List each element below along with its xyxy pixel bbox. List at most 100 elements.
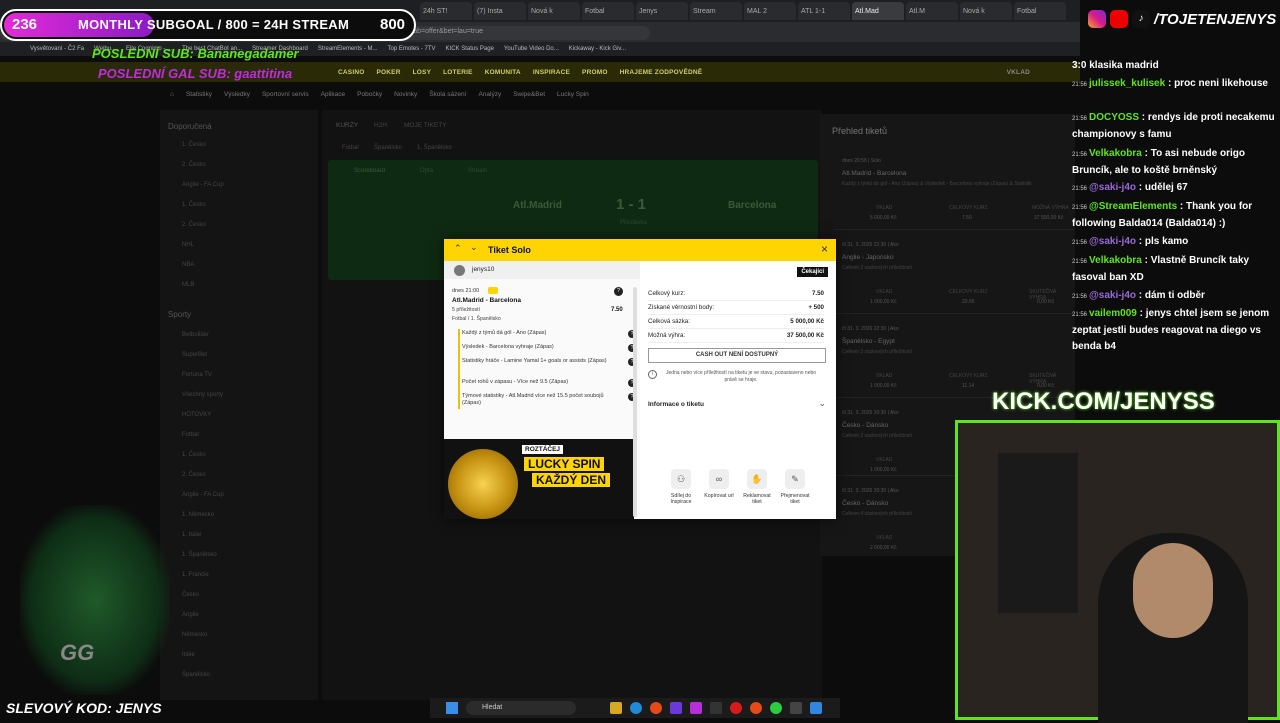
app-icon[interactable] (710, 702, 722, 714)
subnav-item[interactable]: Sportovní servis (262, 91, 309, 98)
chevron-up-icon[interactable]: ⌃ (454, 243, 462, 254)
browser-tab[interactable]: Nová k (528, 2, 580, 20)
sidebar-item[interactable]: Anglie - FA Cup (182, 492, 224, 498)
sidebar-item[interactable]: Česko (182, 592, 199, 598)
tab-h2h[interactable]: H2H (374, 122, 387, 129)
browser-tab[interactable]: Jenys (636, 2, 688, 20)
copy-url-button[interactable]: ∞ Kopírovat url (702, 469, 736, 499)
taskbar-search[interactable]: Hledat (466, 701, 576, 715)
browser-tab[interactable]: Fotbal (582, 2, 634, 20)
nav-inspirace[interactable]: INSPIRACE (533, 69, 570, 76)
tab-stream[interactable]: Stream (468, 168, 487, 174)
subnav-item[interactable]: Novinky (394, 91, 417, 98)
ticket-card[interactable]: čt 31. 3. 2026 22:30 | Ako Španělsko - E… (834, 322, 1074, 398)
sidebar-item[interactable]: Anglie (182, 612, 199, 618)
browser-tab[interactable]: Atl.M (906, 2, 958, 20)
claim-ticket-button[interactable]: ✋ Reklamovat tiket (740, 469, 774, 505)
browser-tab[interactable]: Stream (690, 2, 742, 20)
browser-tab[interactable]: Fotbal (1014, 2, 1066, 20)
sidebar-item[interactable]: NHL (182, 242, 194, 248)
breadcrumb-item[interactable]: Španělsko (374, 145, 402, 151)
ticket-card[interactable]: čt 31. 3. 2026 22:30 | Ako Anglie - Japo… (834, 238, 1074, 314)
nav-poker[interactable]: POKER (376, 69, 400, 76)
sidebar-item[interactable]: Fortuna TV (182, 372, 212, 378)
scrollbar[interactable] (633, 287, 637, 517)
sidebar-item[interactable]: 1. Česko (182, 142, 206, 148)
subnav-item[interactable]: Aplikace (321, 91, 346, 98)
sidebar-item[interactable]: Fotbal (182, 432, 199, 438)
app-icon[interactable] (730, 702, 742, 714)
sidebar-item[interactable]: Německo (182, 632, 207, 638)
tab-moje-tikety[interactable]: MOJE TIKETY (404, 122, 447, 129)
nav-zodpovedne[interactable]: HRAJEME ZODPOVĚDNĚ (620, 69, 703, 76)
sidebar-item[interactable]: 1. Německo (182, 512, 214, 518)
sidebar-item[interactable]: Všechny sporty (182, 392, 223, 398)
sidebar-item[interactable]: SuperBet (182, 352, 207, 358)
bookmark[interactable]: StreamElements - M... (318, 42, 378, 56)
sidebar-item[interactable]: Anglie - FA Cup (182, 182, 224, 188)
bookmark[interactable]: Top Emotes - 7TV (388, 42, 436, 56)
deposit-link[interactable]: VKLAD (1007, 69, 1030, 76)
app-icon[interactable] (810, 702, 822, 714)
ticket-info-toggle[interactable]: Informace o tiketu ⌄ (648, 398, 826, 412)
windows-start-icon[interactable] (446, 702, 458, 714)
bookmark[interactable]: KICK Status Page (446, 42, 494, 56)
info-icon[interactable]: ? (614, 287, 623, 296)
subnav-item[interactable]: Škola sázení (429, 91, 466, 98)
nav-loterie[interactable]: LOTERIE (443, 69, 473, 76)
tab-opta[interactable]: Opta (420, 168, 433, 174)
breadcrumb-item[interactable]: Fotbal (342, 145, 359, 151)
nav-promo[interactable]: PROMO (582, 69, 608, 76)
app-icon[interactable] (690, 702, 702, 714)
app-icon[interactable] (670, 702, 682, 714)
lucky-spin-banner[interactable]: ROZTÁČEJ LUCKY SPIN KAŽDÝ DEN (444, 439, 634, 519)
subnav-item[interactable]: Pobočky (357, 91, 382, 98)
nav-losy[interactable]: LOSY (413, 69, 432, 76)
sidebar-item[interactable]: 2. Česko (182, 162, 206, 168)
chrome-icon[interactable] (750, 702, 762, 714)
browser-tab-active[interactable]: Atl.Mad (852, 2, 904, 20)
sidebar-item[interactable]: 2. Česko (182, 472, 206, 478)
subnav-item[interactable]: Swipe&Bet (513, 91, 545, 98)
ticket-card[interactable]: dnes 20:58 | Solo Atl.Madrid - Barcelona… (834, 154, 1074, 230)
sidebar-item[interactable]: Betbuilder (182, 332, 209, 338)
bookmark[interactable]: Vysvětovaní - Č2 Fa (30, 42, 84, 56)
chrome-icon[interactable] (650, 702, 662, 714)
close-icon[interactable]: × (821, 242, 828, 256)
browser-tab[interactable]: Nová k (960, 2, 1012, 20)
browser-tab[interactable]: MAL 2 (744, 2, 796, 20)
sidebar-item[interactable]: 1. Itálie (182, 532, 201, 538)
breadcrumb-item[interactable]: 1. Španělsko (417, 145, 452, 151)
browser-tab[interactable]: 24h ST! (420, 2, 472, 20)
tab-kurzy[interactable]: KURZY (336, 122, 358, 129)
sidebar-item[interactable]: 1. Španělsko (182, 552, 217, 558)
sidebar-item[interactable]: Itálie (182, 652, 195, 658)
sidebar-item[interactable]: 2. Česko (182, 222, 206, 228)
app-icon[interactable] (790, 702, 802, 714)
subnav-item[interactable]: Výsledky (224, 91, 250, 98)
edge-icon[interactable] (630, 702, 642, 714)
sidebar-item[interactable]: 1. Francie (182, 572, 209, 578)
subnav-item[interactable]: Analýzy (478, 91, 501, 98)
browser-tab[interactable]: ATL 1-1 (798, 2, 850, 20)
subnav-item[interactable]: Lucky Spin (557, 91, 589, 98)
sidebar-item[interactable]: MLB (182, 282, 194, 288)
subnav-item[interactable]: Statistiky (186, 91, 212, 98)
sidebar-item[interactable]: NBA (182, 262, 194, 268)
sidebar-item[interactable]: 1. Česko (182, 452, 206, 458)
home-icon[interactable]: ⌂ (170, 91, 174, 98)
cashout-button[interactable]: CASH OUT NENÍ DOSTUPNÝ (648, 348, 826, 363)
sidebar-item[interactable]: Španělsko (182, 672, 210, 678)
app-icon[interactable] (770, 702, 782, 714)
browser-tab[interactable]: (7) Insta (474, 2, 526, 20)
nav-komunita[interactable]: KOMUNITA (485, 69, 521, 76)
rename-ticket-button[interactable]: ✎ Přejmenovat tiket (778, 469, 812, 505)
folder-icon[interactable] (610, 702, 622, 714)
bookmark[interactable]: Kickaway - Kick Giv... (569, 42, 626, 56)
chevron-down-icon[interactable]: ⌄ (470, 242, 478, 253)
bookmark[interactable]: YouTube Video Do... (504, 42, 559, 56)
tab-scoreboard[interactable]: Scoreboard (354, 168, 385, 174)
share-inspirace-button[interactable]: ⚇ Sdílej do Inspirace (664, 469, 698, 505)
sidebar-item[interactable]: 1. Česko (182, 202, 206, 208)
nav-casino[interactable]: CASINO (338, 69, 364, 76)
